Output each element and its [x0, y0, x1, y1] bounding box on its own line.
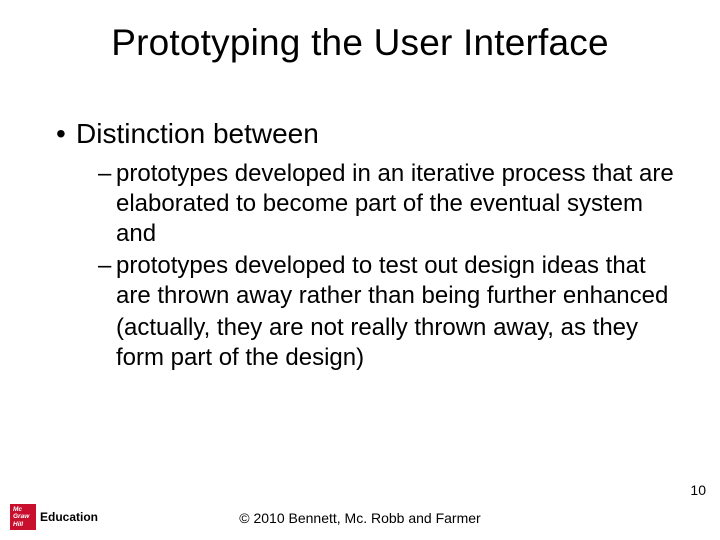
- logo-brand-text: Education: [40, 510, 98, 524]
- slide-body: •Distinction between –prototypes develop…: [56, 116, 676, 375]
- dash-icon: –: [98, 159, 116, 189]
- logo-line3: Hill: [13, 521, 23, 528]
- sub-bullet-2-note: (actually, they are not really thrown aw…: [98, 313, 676, 373]
- copyright-text: © 2010 Bennett, Mc. Robb and Farmer: [0, 510, 720, 526]
- slide: Prototyping the User Interface •Distinct…: [0, 0, 720, 540]
- page-number: 10: [690, 482, 706, 498]
- slide-title: Prototyping the User Interface: [0, 22, 720, 64]
- logo-box-icon: Mc Graw Hill: [10, 504, 36, 530]
- sub-bullet-2: –prototypes developed to test out design…: [98, 251, 676, 311]
- sub-bullet-1: –prototypes developed in an iterative pr…: [98, 159, 676, 249]
- sub-bullet-group: –prototypes developed in an iterative pr…: [98, 159, 676, 373]
- sub-bullet-2-text: prototypes developed to test out design …: [116, 252, 668, 309]
- dash-icon: –: [98, 251, 116, 281]
- sub-bullet-1-text: prototypes developed in an iterative pro…: [116, 160, 674, 247]
- bullet-level1-text: Distinction between: [76, 118, 319, 149]
- bullet-level1: •Distinction between: [56, 116, 676, 151]
- logo-line2: Graw: [13, 513, 29, 520]
- publisher-logo: Mc Graw Hill Education: [10, 504, 98, 530]
- logo-line1: Mc: [13, 506, 22, 513]
- bullet-dot-icon: •: [56, 116, 76, 151]
